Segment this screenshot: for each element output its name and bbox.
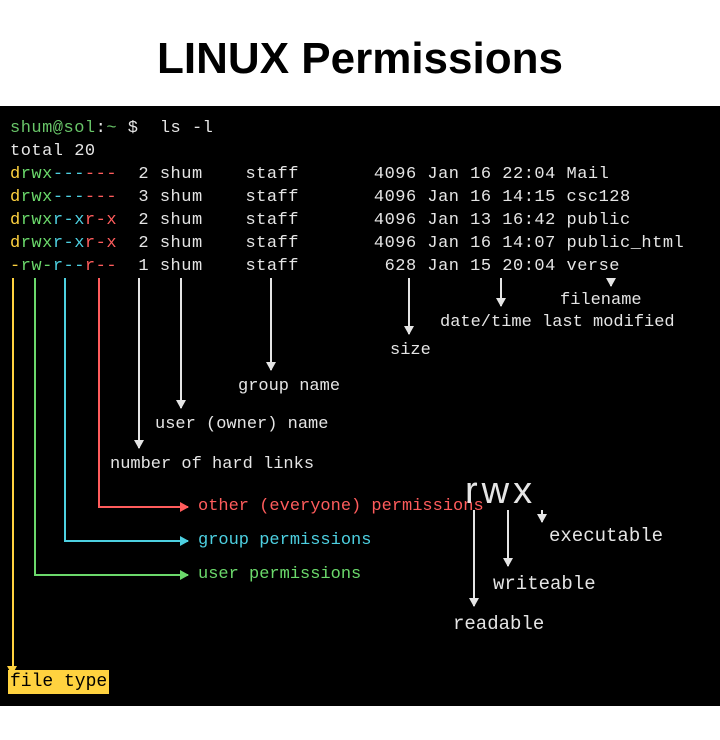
label-writeable: writeable — [493, 572, 596, 598]
arrow-executable — [541, 510, 543, 522]
label-executable: executable — [549, 524, 663, 550]
label-file-type: file type — [8, 670, 109, 694]
label-owner: user (owner) name — [155, 414, 328, 437]
arrow-date — [500, 278, 502, 306]
label-size: size — [390, 340, 431, 363]
label-other-perm: other (everyone) permissions — [198, 496, 484, 519]
label-readable: readable — [453, 612, 544, 638]
file-listing: drwx------ 2 shum staff 4096 Jan 16 22:0… — [10, 164, 710, 279]
label-group-perm: group permissions — [198, 530, 371, 553]
line-group-h — [64, 540, 188, 542]
label-group: group name — [238, 376, 340, 399]
line-group-v — [64, 278, 66, 540]
total-line: total 20 — [10, 141, 710, 164]
arrow-hardlinks — [138, 278, 140, 448]
line-filetype — [12, 278, 14, 668]
page-title: LINUX Permissions — [55, 34, 665, 84]
arrow-filename — [610, 278, 612, 286]
label-filename: filename — [560, 290, 642, 313]
command-prompt: shum@sol:~ $ ls -l — [10, 118, 710, 141]
list-item: -rw-r--r-- 1 shum staff 628 Jan 15 20:04… — [10, 256, 710, 279]
list-item: drwxr-xr-x 2 shum staff 4096 Jan 16 14:0… — [10, 233, 710, 256]
arrow-size — [408, 278, 410, 334]
prompt-user: shum@sol — [10, 119, 96, 138]
terminal-window: shum@sol:~ $ ls -l total 20 drwx------ 2… — [0, 106, 720, 706]
label-hardlinks: number of hard links — [110, 454, 314, 477]
prompt-path: ~ — [106, 119, 117, 138]
line-user-v — [34, 278, 36, 574]
arrow-owner — [180, 278, 182, 408]
command-text: ls -l — [160, 119, 214, 138]
list-item: drwx------ 3 shum staff 4096 Jan 16 14:1… — [10, 187, 710, 210]
line-other-h — [98, 506, 188, 508]
arrow-readable — [473, 510, 475, 606]
label-date: date/time last modified — [440, 312, 675, 335]
arrow-group — [270, 278, 272, 370]
title-banner: LINUX Permissions — [35, 20, 685, 98]
rwx-legend: rwx readable writeable executable — [445, 466, 675, 517]
arrow-writeable — [507, 510, 509, 566]
list-item: drwx------ 2 shum staff 4096 Jan 16 22:0… — [10, 164, 710, 187]
rwx-title: rwx — [445, 466, 675, 517]
list-item: drwxr-xr-x 2 shum staff 4096 Jan 13 16:4… — [10, 210, 710, 233]
line-user-h — [34, 574, 188, 576]
label-user-perm: user permissions — [198, 564, 361, 587]
line-other-v — [98, 278, 100, 506]
prompt-symbol: $ — [128, 119, 139, 138]
